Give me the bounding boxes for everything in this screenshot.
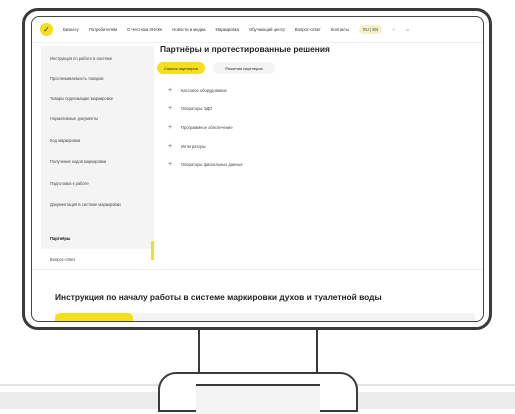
nav-item-news[interactable]: Новости и медиа [172, 27, 205, 32]
sidebar-item-get-codes[interactable]: Получение кодов маркировки [50, 159, 140, 165]
accordion-label: Интеграторы [181, 144, 206, 149]
page-title: Партнёры и протестированные решения [160, 44, 330, 54]
top-navigation: ✓ Бизнесу Потребителям О Честном ЗНАКе Н… [32, 17, 483, 43]
accordion-label: Программное обеспечение [181, 125, 233, 130]
accordion-item-cash-equipment[interactable]: + Кассовое оборудование [167, 87, 227, 94]
nav-item-contacts[interactable]: Контакты [331, 27, 349, 32]
accordion-item-edo-operators[interactable]: + Операторы ЭДО [167, 105, 212, 112]
section-heading: Инструкция по началу работы в системе ма… [55, 292, 382, 302]
language-switch[interactable]: RU | EN [358, 25, 383, 34]
accordion-item-fiscal-operators[interactable]: + Операторы фискальных данных [167, 161, 243, 168]
accordion-item-software[interactable]: + Программное обеспечение [167, 124, 233, 131]
nav-item-training[interactable]: Обучающий центр [249, 27, 285, 32]
sidebar: Инструкция по работе в системе Прослежив… [41, 46, 154, 260]
section-divider [32, 269, 483, 270]
search-icon[interactable]: ⌕ [392, 27, 395, 33]
nav-item-business[interactable]: Бизнесу [63, 27, 79, 32]
sidebar-item-code[interactable]: Код маркировки [50, 138, 140, 144]
section-tab-active[interactable] [55, 313, 133, 321]
sidebar-item-regulations[interactable]: Нормативные документы [50, 116, 140, 122]
sidebar-item-traceability[interactable]: Прослеживаемость товаров [50, 76, 140, 82]
sidebar-item-documentation[interactable]: Документация в системе маркировки [50, 202, 140, 208]
active-indicator [151, 241, 154, 260]
sidebar-item-partners[interactable]: Партнёры [50, 236, 140, 242]
logo-icon[interactable]: ✓ [40, 23, 53, 36]
nav-item-marking[interactable]: Маркировка [215, 27, 239, 32]
sidebar-item-faq[interactable]: Вопрос-ответ [50, 257, 140, 263]
tab-partners-list[interactable]: Список партнеров [157, 62, 205, 74]
monitor-screen: ✓ Бизнесу Потребителям О Честном ЗНАКе Н… [31, 16, 484, 322]
nav-item-consumers[interactable]: Потребителям [89, 27, 117, 32]
user-icon[interactable]: ☺ [405, 27, 410, 33]
accordion-label: Операторы ЭДО [181, 106, 213, 111]
plus-icon: + [167, 124, 173, 131]
plus-icon: + [167, 143, 173, 150]
tab-partner-solutions[interactable]: Решения партнеров [213, 62, 275, 74]
plus-icon: + [167, 105, 173, 112]
accordion-item-integrators[interactable]: + Интеграторы [167, 143, 206, 150]
sidebar-item-goods[interactable]: Товары подлежащие маркировке [50, 96, 140, 102]
accordion-label: Операторы фискальных данных [181, 162, 243, 167]
nav-item-about[interactable]: О Честном ЗНАКе [127, 27, 162, 32]
sidebar-item-preparation[interactable]: Подготовка к работе [50, 181, 140, 187]
plus-icon: + [167, 161, 173, 168]
plus-icon: + [167, 87, 173, 94]
nav-item-faq[interactable]: Вопрос-ответ [295, 27, 321, 32]
accordion-label: Кассовое оборудование [181, 88, 227, 93]
monitor-stand-foot [196, 384, 320, 414]
sidebar-item-instructions[interactable]: Инструкция по работе в системе [50, 56, 140, 62]
